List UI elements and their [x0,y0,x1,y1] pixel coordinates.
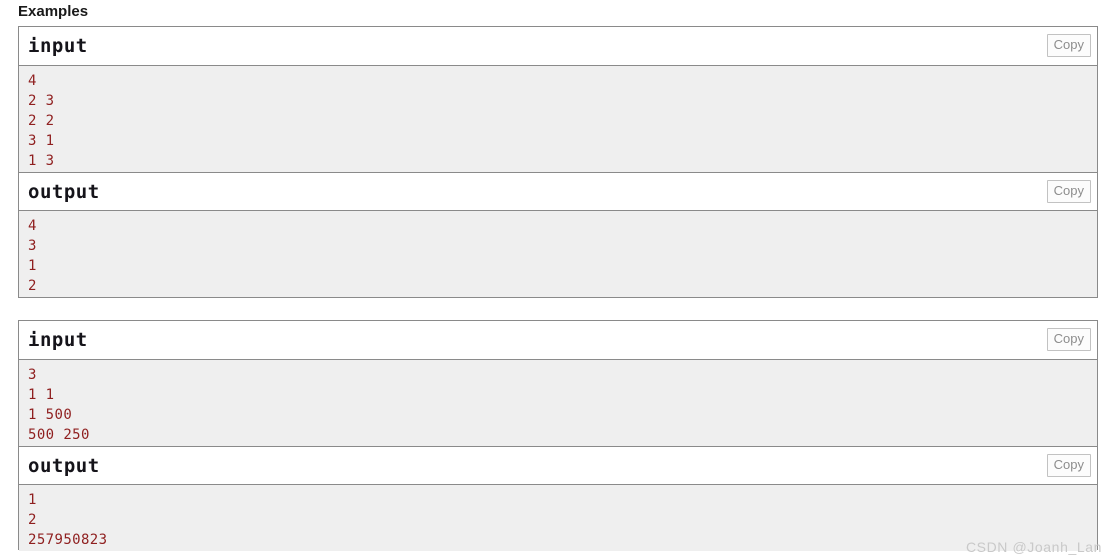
input-content[interactable]: 4 2 3 2 2 3 1 1 3 [19,66,1097,172]
code-line: 1 [28,258,37,274]
output-label: output [28,455,100,477]
input-header: input Copy [19,27,1097,66]
code-line: 2 3 [28,93,55,109]
copy-input-button[interactable]: Copy [1046,34,1091,57]
code-line: 4 [28,218,37,234]
code-line: 1 1 [28,387,55,403]
code-line: 500 250 [28,427,90,443]
code-line: 4 [28,73,37,89]
copy-output-button[interactable]: Copy [1046,180,1091,203]
code-line: 2 [28,278,37,294]
code-line: 2 2 [28,113,55,129]
example-block: input Copy 3 1 1 1 500 500 250 output Co… [18,320,1098,551]
examples-page: Examples input Copy 4 2 3 2 2 3 1 1 3 ou… [0,0,1114,559]
page-title: Examples [18,3,89,20]
code-line: 1 [28,492,37,508]
input-label: input [28,35,88,57]
code-line: 2 [28,512,37,528]
input-content[interactable]: 3 1 1 1 500 500 250 [19,360,1097,446]
code-line: 1 500 [28,407,73,423]
output-label: output [28,181,100,203]
copy-output-button[interactable]: Copy [1046,454,1091,477]
output-content[interactable]: 4 3 1 2 [19,211,1097,297]
output-content[interactable]: 1 2 257950823 [19,485,1097,551]
input-header: input Copy [19,321,1097,360]
output-header: output Copy [19,446,1097,485]
copy-input-button[interactable]: Copy [1046,328,1091,351]
code-line: 257950823 [28,532,108,548]
example-block: input Copy 4 2 3 2 2 3 1 1 3 output Copy… [18,26,1098,298]
input-label: input [28,329,88,351]
output-header: output Copy [19,172,1097,211]
code-line: 3 [28,238,37,254]
code-line: 1 3 [28,153,55,169]
code-line: 3 [28,367,37,383]
code-line: 3 1 [28,133,55,149]
